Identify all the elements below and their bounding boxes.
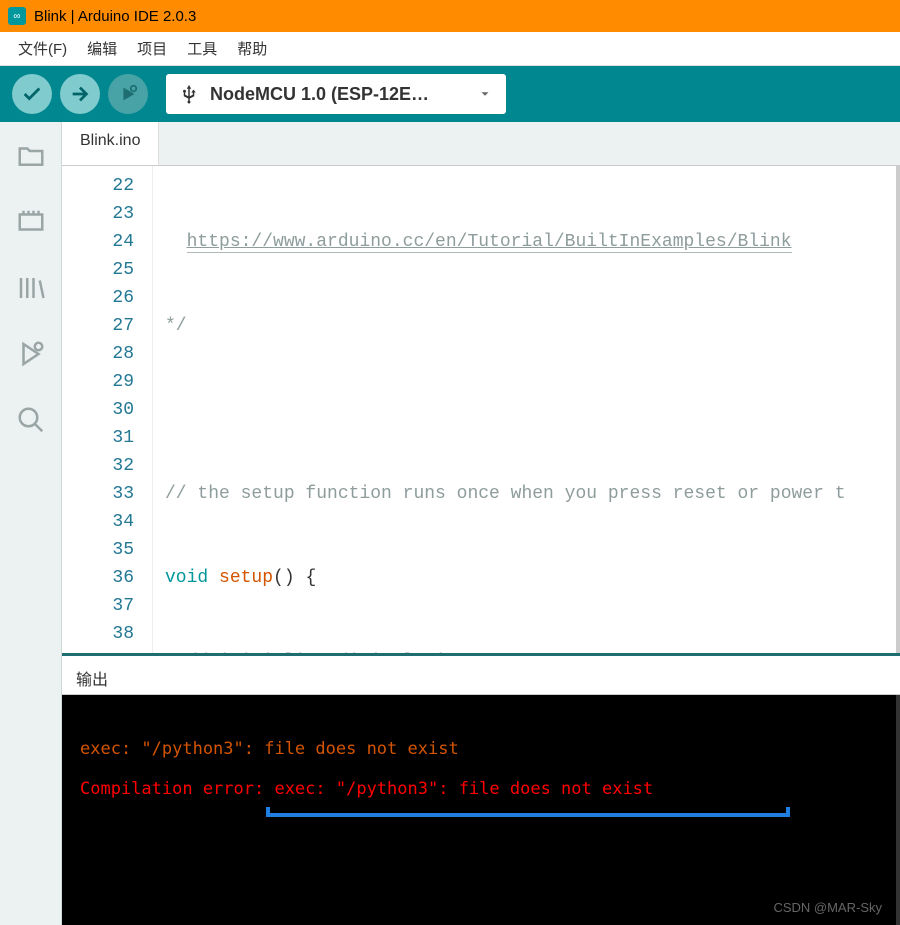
verify-button[interactable]: [12, 74, 52, 114]
watermark: CSDN @MAR-Sky: [773, 900, 882, 915]
debug-play-icon: [117, 83, 139, 105]
arrow-right-icon: [69, 83, 91, 105]
menu-file[interactable]: 文件(F): [10, 34, 75, 63]
check-icon: [21, 83, 43, 105]
upload-button[interactable]: [60, 74, 100, 114]
board-label: NodeMCU 1.0 (ESP-12E…: [210, 84, 429, 105]
board-selector[interactable]: NodeMCU 1.0 (ESP-12E…: [166, 74, 506, 114]
app-icon: ∞: [8, 7, 26, 25]
menu-sketch[interactable]: 项目: [129, 34, 175, 63]
tab-blink[interactable]: Blink.ino: [62, 122, 159, 165]
toolbar: NodeMCU 1.0 (ESP-12E…: [0, 66, 900, 122]
output-console[interactable]: exec: "/python3": file does not exist Co…: [62, 695, 900, 925]
menu-edit[interactable]: 编辑: [79, 34, 125, 63]
output-line: exec: "/python3": file does not exist: [80, 739, 459, 759]
usb-icon: [180, 83, 198, 105]
folder-icon[interactable]: [15, 140, 47, 172]
menubar: 文件(F) 编辑 项目 工具 帮助: [0, 32, 900, 66]
code-link[interactable]: https://www.arduino.cc/en/Tutorial/Built…: [187, 232, 792, 253]
sidebar: [0, 122, 62, 925]
search-icon[interactable]: [15, 404, 47, 436]
menu-help[interactable]: 帮助: [229, 34, 275, 63]
chevron-down-icon: [478, 87, 492, 101]
annotation-underline: [266, 807, 790, 817]
code-editor[interactable]: 222324 252627 282930 313233 343536 3738 …: [62, 166, 900, 653]
output-header: 输出: [62, 653, 900, 695]
library-manager-icon[interactable]: [15, 272, 47, 304]
debug-button[interactable]: [108, 74, 148, 114]
window-title: Blink | Arduino IDE 2.0.3: [34, 8, 196, 25]
tabbar: Blink.ino: [62, 122, 900, 166]
debug-panel-icon[interactable]: [15, 338, 47, 370]
code-area[interactable]: https://www.arduino.cc/en/Tutorial/Built…: [152, 166, 896, 653]
line-gutter: 222324 252627 282930 313233 343536 3738: [62, 166, 152, 653]
titlebar: ∞ Blink | Arduino IDE 2.0.3: [0, 0, 900, 32]
boards-manager-icon[interactable]: [15, 206, 47, 238]
output-error-line: Compilation error: exec: "/python3": fil…: [80, 779, 653, 799]
menu-tools[interactable]: 工具: [179, 34, 225, 63]
